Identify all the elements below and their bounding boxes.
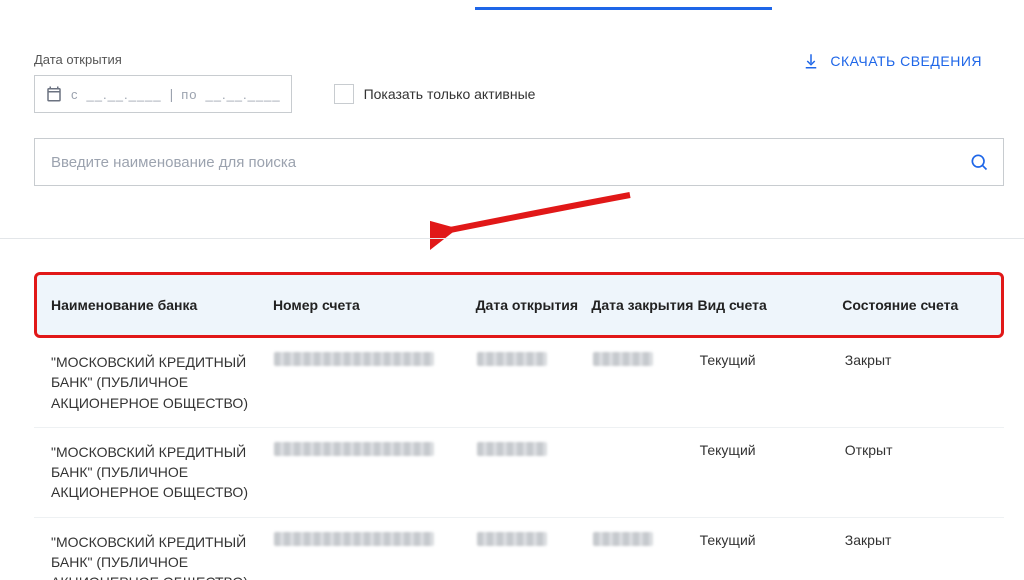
cell-type: Текущий <box>700 442 845 458</box>
active-only-checkbox[interactable]: Показать только активные <box>334 84 536 104</box>
search-icon <box>969 152 989 172</box>
cell-close-date <box>593 532 699 549</box>
active-only-label: Показать только активные <box>364 86 536 102</box>
checkbox-box-icon <box>334 84 354 104</box>
th-account[interactable]: Номер счета <box>273 297 476 313</box>
cell-close-date <box>593 352 699 369</box>
date-to-placeholder: __.__.____ <box>206 87 281 102</box>
cell-bank: "МОСКОВСКИЙ КРЕДИТНЫЙ БАНК" (ПУБЛИЧНОЕ А… <box>51 352 274 413</box>
download-icon <box>802 52 820 70</box>
section-divider <box>0 238 1024 239</box>
th-type[interactable]: Вид счета <box>698 297 843 313</box>
redacted-value <box>593 352 653 366</box>
cell-open-date <box>477 442 593 459</box>
date-range-input[interactable]: с __.__.____ | по __.__.____ <box>34 75 292 113</box>
table-row[interactable]: "МОСКОВСКИЙ КРЕДИТНЫЙ БАНК" (ПУБЛИЧНОЕ А… <box>34 518 1004 580</box>
calendar-icon <box>45 85 63 103</box>
th-state[interactable]: Состояние счета <box>842 297 987 313</box>
cell-bank: "МОСКОВСКИЙ КРЕДИТНЫЙ БАНК" (ПУБЛИЧНОЕ А… <box>51 442 274 503</box>
cell-open-date <box>477 352 593 369</box>
search-input[interactable] <box>49 153 961 172</box>
cell-state: Закрыт <box>845 532 990 548</box>
download-label: СКАЧАТЬ СВЕДЕНИЯ <box>830 53 982 69</box>
search-input-wrap[interactable] <box>34 138 1004 186</box>
redacted-value <box>477 352 547 366</box>
redacted-value <box>477 532 547 546</box>
th-close-date[interactable]: Дата закрытия <box>591 297 697 313</box>
accounts-table: Наименование банка Номер счета Дата откр… <box>34 272 1004 580</box>
table-row[interactable]: "МОСКОВСКИЙ КРЕДИТНЫЙ БАНК" (ПУБЛИЧНОЕ А… <box>34 428 1004 518</box>
cell-state: Закрыт <box>845 352 990 368</box>
cell-account <box>274 532 477 549</box>
cell-state: Открыт <box>845 442 990 458</box>
cell-bank: "МОСКОВСКИЙ КРЕДИТНЫЙ БАНК" (ПУБЛИЧНОЕ А… <box>51 532 274 580</box>
th-bank[interactable]: Наименование банка <box>51 297 273 313</box>
cell-open-date <box>477 532 593 549</box>
active-tab-underline <box>475 7 772 10</box>
cell-account <box>274 442 477 459</box>
redacted-value <box>274 532 434 546</box>
cell-account <box>274 352 477 369</box>
redacted-value <box>593 532 653 546</box>
cell-type: Текущий <box>700 532 845 548</box>
table-row[interactable]: "МОСКОВСКИЙ КРЕДИТНЫЙ БАНК" (ПУБЛИЧНОЕ А… <box>34 338 1004 428</box>
download-button[interactable]: СКАЧАТЬ СВЕДЕНИЯ <box>802 52 982 70</box>
redacted-value <box>274 442 434 456</box>
cell-type: Текущий <box>700 352 845 368</box>
date-from-placeholder: __.__.____ <box>87 87 162 102</box>
annotation-arrow-icon <box>430 190 640 250</box>
table-header-row: Наименование банка Номер счета Дата откр… <box>34 272 1004 338</box>
date-from-prefix: с <box>71 87 79 102</box>
redacted-value <box>477 442 547 456</box>
redacted-value <box>274 352 434 366</box>
date-to-prefix: по <box>181 87 197 102</box>
date-range-separator: | <box>170 86 174 102</box>
th-open-date[interactable]: Дата открытия <box>476 297 592 313</box>
